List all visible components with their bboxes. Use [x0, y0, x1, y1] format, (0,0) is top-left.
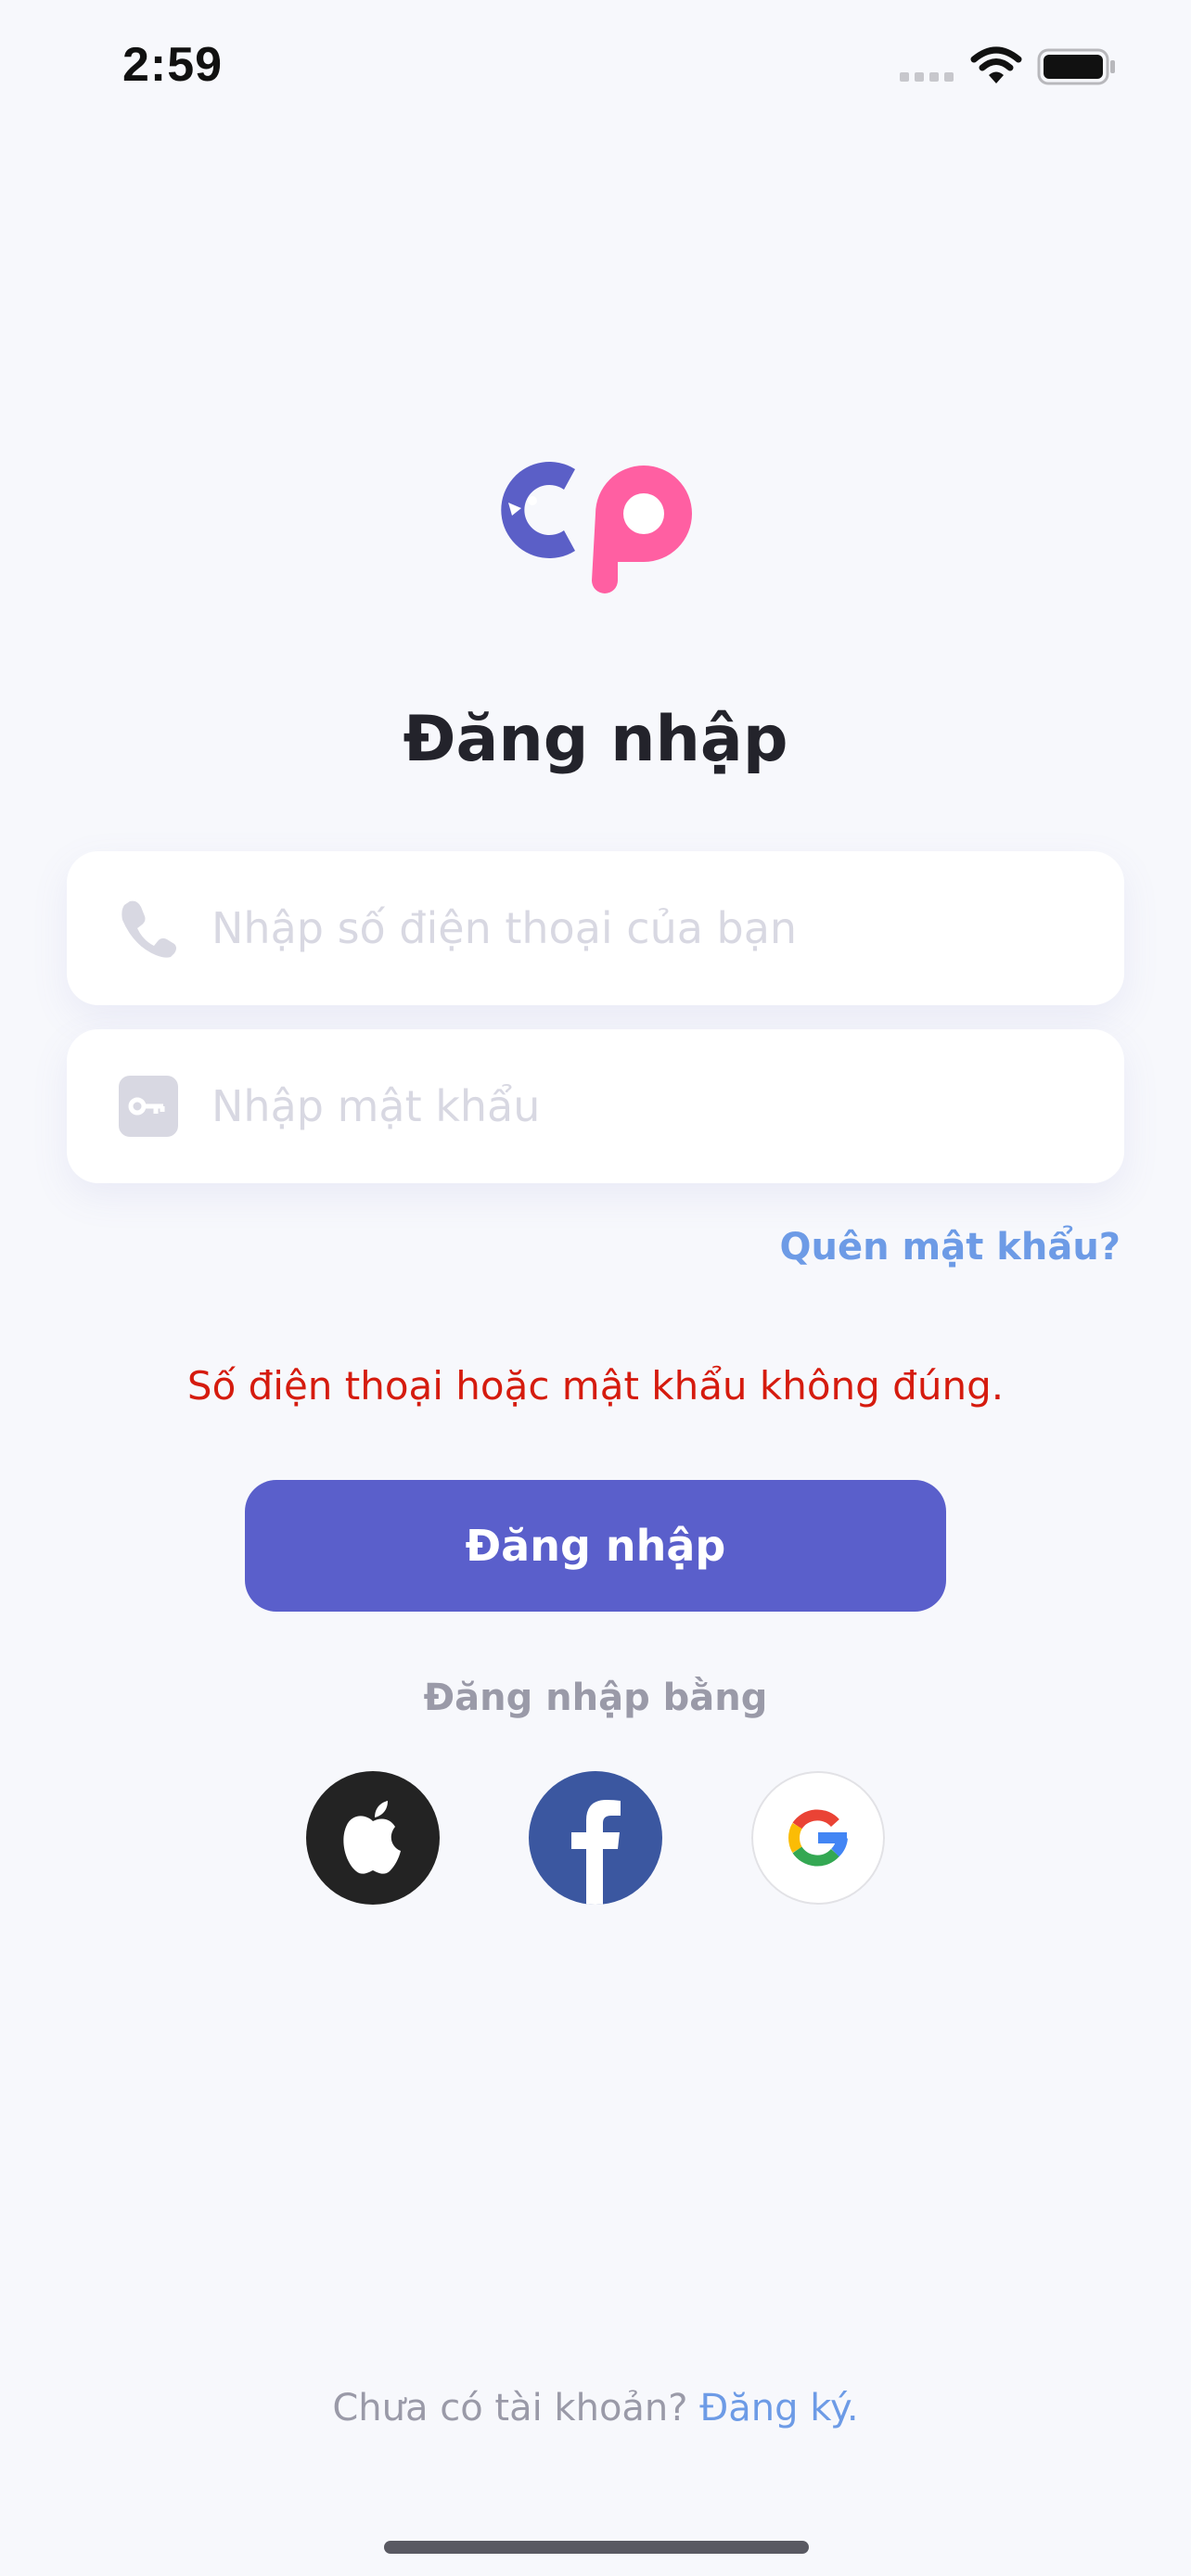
wifi-icon: [970, 46, 1022, 83]
password-field: [67, 1029, 1124, 1183]
apple-icon: [343, 1801, 401, 1874]
password-input[interactable]: [211, 1029, 1093, 1183]
signup-row: Chưa có tài khoản? Đăng ký.: [0, 2387, 1191, 2429]
status-bar: 2:59: [0, 0, 1191, 130]
facebook-login-button[interactable]: [529, 1771, 662, 1905]
social-login-label: Đăng nhập bằng: [423, 1677, 768, 1719]
login-button[interactable]: Đăng nhập: [245, 1480, 946, 1612]
facebook-icon: [571, 1800, 621, 1905]
apple-login-button[interactable]: [306, 1771, 440, 1905]
page-title: Đăng nhập: [403, 703, 788, 776]
app-logo: [501, 462, 692, 593]
error-message: Số điện thoại hoặc mật khẩu không đúng.: [186, 1363, 1005, 1409]
home-indicator[interactable]: [384, 2541, 809, 2554]
key-icon: [119, 1076, 178, 1137]
phone-input[interactable]: [211, 851, 1093, 1005]
phone-icon: [122, 900, 176, 958]
forgot-password-link[interactable]: Quên mật khẩu?: [780, 1226, 1121, 1269]
cellular-signal-icon: [900, 72, 954, 82]
phone-field: [67, 851, 1124, 1005]
battery-icon: [1037, 48, 1115, 85]
google-icon: [788, 1809, 848, 1867]
google-login-button[interactable]: [751, 1771, 885, 1905]
signup-prompt: Chưa có tài khoản?: [332, 2387, 688, 2429]
status-time: 2:59: [122, 38, 224, 92]
signup-link[interactable]: Đăng ký.: [699, 2387, 858, 2429]
